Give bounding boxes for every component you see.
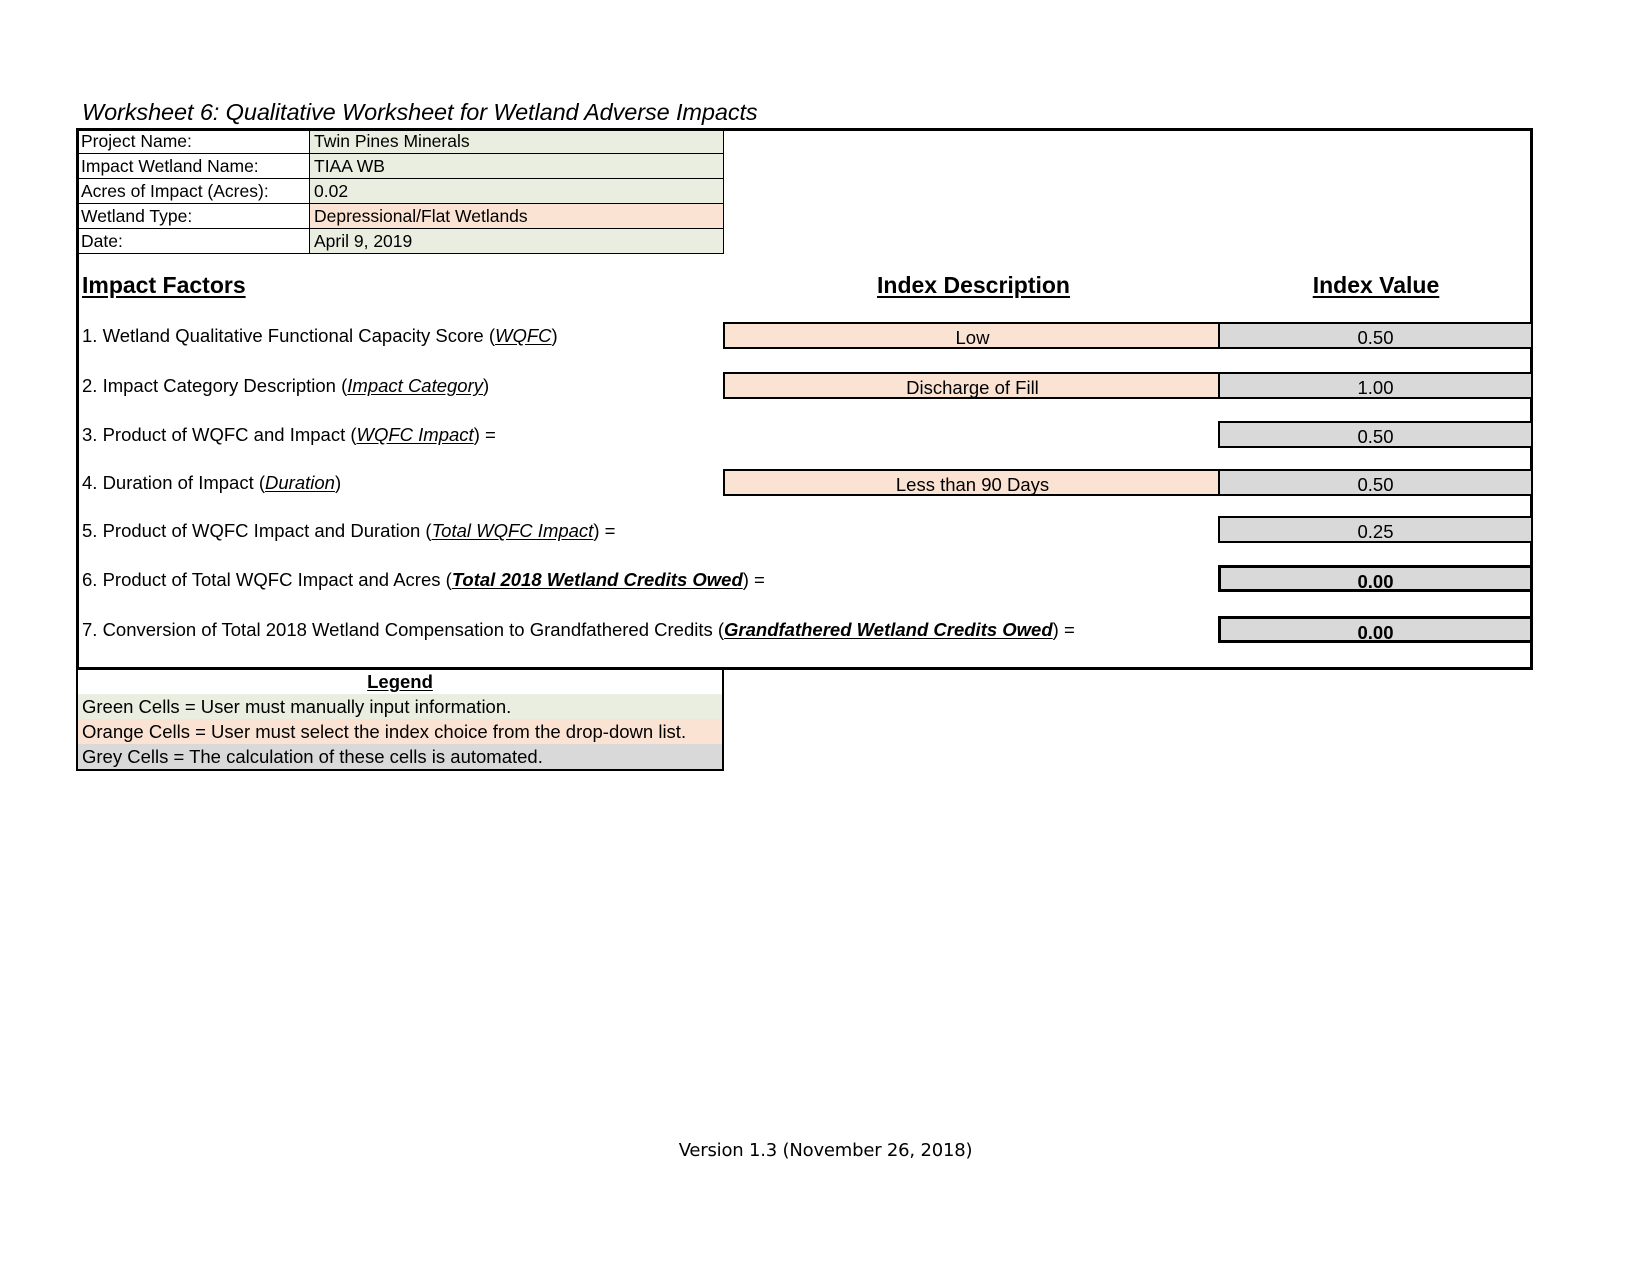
index-value-cell-2: 1.00 xyxy=(1218,372,1533,399)
factor-4-text-after: ) xyxy=(334,472,342,493)
factor-label-7: 7. Conversion of Total 2018 Wetland Comp… xyxy=(82,619,1075,641)
date-label: Date: xyxy=(76,228,310,254)
date-value[interactable]: April 9, 2019 xyxy=(309,228,724,254)
factor-label-6: 6. Product of Total WQFC Impact and Acre… xyxy=(82,569,765,591)
factor-5-text-before: 5. Product of WQFC Impact and Duration ( xyxy=(82,520,432,541)
factor-1-text-after: ) xyxy=(551,325,558,346)
impact-wetland-name-label: Impact Wetland Name: xyxy=(76,153,310,179)
acres-of-impact-value[interactable]: 0.02 xyxy=(309,178,724,204)
legend-box: Legend Green Cells = User must manually … xyxy=(76,668,724,771)
factor-2-term: Impact Category xyxy=(347,375,484,396)
project-name-label: Project Name: xyxy=(76,128,310,154)
column-header-index-value: Index Value xyxy=(1312,272,1440,298)
project-info-table: Project Name: Twin Pines Minerals Impact… xyxy=(76,128,724,254)
legend-row-orange: Orange Cells = User must select the inde… xyxy=(78,719,722,744)
factor-4-text-before: 4. Duration of Impact ( xyxy=(82,472,266,493)
table-row: Wetland Type: Depressional/Flat Wetlands xyxy=(76,203,724,229)
factor-3-term: WQFC Impact xyxy=(356,424,474,445)
factor-2-text-before: 2. Impact Category Description ( xyxy=(82,375,348,396)
factor-5-text-after: ) = xyxy=(593,520,616,541)
factor-1-text-before: 1. Wetland Qualitative Functional Capaci… xyxy=(82,325,496,346)
page-title: Worksheet 6: Qualitative Worksheet for W… xyxy=(82,99,758,125)
factor-label-1: 1. Wetland Qualitative Functional Capaci… xyxy=(82,325,558,347)
factor-7-text-after: ) = xyxy=(1052,619,1075,640)
legend-row-grey: Grey Cells = The calculation of these ce… xyxy=(78,744,722,769)
factor-label-3: 3. Product of WQFC and Impact (WQFC Impa… xyxy=(82,424,496,446)
factor-6-term: Total 2018 Wetland Credits Owed xyxy=(451,569,743,590)
legend-title: Legend xyxy=(78,670,722,694)
table-row: Impact Wetland Name: TIAA WB xyxy=(76,153,724,179)
factor-3-text-after: ) = xyxy=(473,424,496,445)
index-value-cell-4: 0.50 xyxy=(1218,469,1533,496)
index-description-cell-4[interactable]: Less than 90 Days xyxy=(723,469,1220,496)
factor-label-4: 4. Duration of Impact (Duration) xyxy=(82,472,341,494)
table-row: Project Name: Twin Pines Minerals xyxy=(76,128,724,154)
footer-version-text: Version 1.3 (November 26, 2018) xyxy=(678,1140,973,1161)
wetland-type-label: Wetland Type: xyxy=(76,203,310,229)
factor-label-5: 5. Product of WQFC Impact and Duration (… xyxy=(82,520,615,542)
index-value-cell-1: 0.50 xyxy=(1218,322,1533,349)
project-name-value[interactable]: Twin Pines Minerals xyxy=(309,128,724,154)
index-description-cell-2[interactable]: Discharge of Fill xyxy=(723,372,1220,399)
index-value-cell-5: 0.25 xyxy=(1218,516,1533,543)
index-description-cell-1[interactable]: Low xyxy=(723,322,1220,349)
index-value-cell-6: 0.00 xyxy=(1218,565,1533,592)
factor-3-text-before: 3. Product of WQFC and Impact ( xyxy=(82,424,357,445)
column-header-impact-factors: Impact Factors xyxy=(82,272,246,298)
factor-5-term: Total WQFC Impact xyxy=(431,520,594,541)
wetland-type-value[interactable]: Depressional/Flat Wetlands xyxy=(309,203,724,229)
factor-6-text-after: ) = xyxy=(742,569,765,590)
legend-row-green: Green Cells = User must manually input i… xyxy=(78,694,722,719)
impact-wetland-name-value[interactable]: TIAA WB xyxy=(309,153,724,179)
table-row: Acres of Impact (Acres): 0.02 xyxy=(76,178,724,204)
factor-label-2: 2. Impact Category Description (Impact C… xyxy=(82,375,489,397)
factor-1-term: WQFC xyxy=(495,325,552,346)
index-value-cell-3: 0.50 xyxy=(1218,421,1533,448)
column-header-index-description: Index Description xyxy=(877,272,1070,298)
factor-6-text-before: 6. Product of Total WQFC Impact and Acre… xyxy=(82,569,452,590)
index-value-cell-7: 0.00 xyxy=(1218,616,1533,643)
acres-of-impact-label: Acres of Impact (Acres): xyxy=(76,178,310,204)
factor-7-term: Grandfathered Wetland Credits Owed xyxy=(724,619,1053,640)
factor-7-text-before: 7. Conversion of Total 2018 Wetland Comp… xyxy=(82,619,725,640)
factor-4-term: Duration xyxy=(265,472,335,493)
project-info-body: Project Name: Twin Pines Minerals Impact… xyxy=(76,128,724,254)
table-row: Date: April 9, 2019 xyxy=(76,228,724,254)
factor-2-text-after: ) xyxy=(483,375,490,396)
